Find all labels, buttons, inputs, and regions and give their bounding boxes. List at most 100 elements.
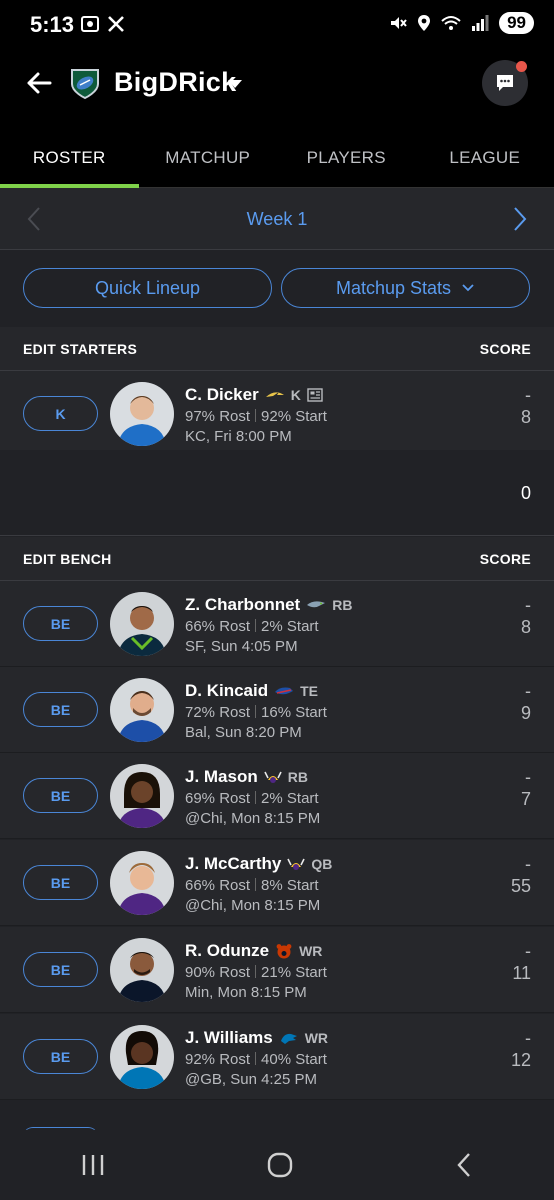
rostered-pct: 90% Rost	[185, 964, 251, 981]
lineup-slot-button[interactable]: BE	[23, 1039, 98, 1074]
tab-league[interactable]: LEAGUE	[416, 128, 554, 187]
divider	[255, 791, 257, 804]
player-row[interactable]: BE J. Mason RB 69% Rost 2% Start @Chi, Mo…	[0, 753, 554, 839]
score-column-header: SCORE	[479, 550, 531, 567]
bench-header: EDIT BENCH SCORE	[0, 537, 554, 581]
player-position: TE	[300, 683, 319, 699]
divider	[255, 409, 257, 422]
started-pct: 40% Start	[261, 1051, 327, 1068]
player-name[interactable]: J. Mason	[185, 767, 258, 787]
starters-header: EDIT STARTERS SCORE	[0, 327, 554, 371]
started-pct: 2% Start	[261, 790, 319, 807]
location-icon	[418, 15, 431, 31]
player-avatar-icon	[110, 678, 174, 742]
player-row[interactable]: BE R. Odunze WR 90% Rost 21% Start Min, M…	[0, 927, 554, 1013]
back-nav-icon[interactable]	[454, 1152, 474, 1178]
player-ownership: 90% Rost 21% Start	[185, 964, 327, 981]
status-time: 5:13	[30, 12, 75, 37]
player-name[interactable]: J. McCarthy	[185, 854, 281, 874]
started-pct: 16% Start	[261, 704, 327, 721]
rostered-pct: 69% Rost	[185, 790, 251, 807]
player-headshot[interactable]	[110, 592, 174, 656]
seahawks-logo-icon	[307, 601, 326, 608]
player-name[interactable]: Z. Charbonnet	[185, 595, 300, 615]
news-icon[interactable]	[307, 388, 323, 402]
rostered-pct: 92% Rost	[185, 1051, 251, 1068]
player-name-line: Z. Charbonnet RB	[185, 595, 352, 615]
team-name[interactable]: BigDRick	[114, 67, 236, 98]
player-avatar-icon	[110, 1025, 174, 1089]
projected-score: 11	[512, 963, 531, 983]
game-info: @Chi, Mon 8:15 PM	[185, 897, 321, 914]
player-ownership: 97% Rost 92% Start	[185, 408, 327, 425]
mute-icon	[391, 17, 407, 29]
player-avatar-icon	[110, 592, 174, 656]
team-dropdown-chevron-icon[interactable]	[228, 80, 242, 88]
tab-bar: ROSTER MATCHUP PLAYERS LEAGUE	[0, 128, 554, 188]
tab-roster[interactable]: ROSTER	[0, 128, 139, 188]
player-ownership: 69% Rost 2% Start	[185, 790, 319, 807]
chat-button[interactable]	[482, 60, 528, 106]
score-column-header: SCORE	[479, 340, 531, 357]
rostered-pct: 66% Rost	[185, 877, 251, 894]
player-row[interactable]: BE J. Williams WR 92% Rost 40% Start @GB,…	[0, 1014, 554, 1100]
player-row[interactable]: K C. Dicker K 97% Rost 92% Start KC, Fri …	[0, 371, 554, 457]
projected-score: 8	[520, 617, 531, 637]
player-ownership: 72% Rost 16% Start	[185, 704, 327, 721]
projected-score: 55	[510, 876, 531, 896]
player-score: -	[525, 854, 531, 874]
battery-indicator: 99	[499, 12, 534, 34]
week-selector: Week 1	[0, 188, 554, 250]
player-row[interactable]: BE Z. Charbonnet RB 66% Rost 2% Start SF,…	[0, 581, 554, 667]
player-position: WR	[304, 1030, 329, 1046]
lineup-slot-button[interactable]: BE	[23, 952, 98, 987]
player-headshot[interactable]	[110, 851, 174, 915]
matchup-stats-button[interactable]: Matchup Stats	[281, 268, 530, 308]
next-week-chevron-icon[interactable]	[512, 206, 528, 232]
recent-apps-icon[interactable]	[80, 1153, 106, 1177]
lions-logo-icon	[280, 1033, 297, 1044]
player-headshot[interactable]	[110, 764, 174, 828]
status-bar: 5:13 99	[0, 0, 554, 48]
quick-lineup-button[interactable]: Quick Lineup	[23, 268, 272, 308]
notification-dot	[516, 61, 527, 72]
game-info: KC, Fri 8:00 PM	[185, 428, 292, 445]
wifi-icon	[441, 16, 461, 30]
player-headshot[interactable]	[110, 938, 174, 1002]
player-headshot[interactable]	[110, 678, 174, 742]
player-row[interactable]: BE J. McCarthy QB 66% Rost 8% Start @Chi,…	[0, 840, 554, 926]
player-position: WR	[299, 943, 323, 959]
player-position: RB	[287, 769, 308, 785]
tab-players[interactable]: PLAYERS	[277, 128, 416, 187]
lineup-slot-button[interactable]: BE	[23, 865, 98, 900]
edit-bench-link[interactable]: EDIT BENCH	[23, 551, 112, 567]
bears-logo-icon	[276, 944, 292, 959]
divider	[255, 619, 257, 632]
player-name[interactable]: R. Odunze	[185, 941, 269, 961]
rostered-pct: 66% Rost	[185, 618, 251, 635]
player-name[interactable]: D. Kincaid	[185, 681, 268, 701]
projected-score: 9	[520, 703, 531, 723]
lineup-slot-button[interactable]: BE	[23, 606, 98, 641]
system-nav-bar	[0, 1130, 554, 1200]
back-arrow-icon[interactable]	[24, 68, 54, 98]
divider	[255, 1052, 257, 1065]
player-score: -	[525, 941, 531, 961]
edit-starters-link[interactable]: EDIT STARTERS	[23, 341, 137, 357]
player-ownership: 92% Rost 40% Start	[185, 1051, 327, 1068]
player-name[interactable]: C. Dicker	[185, 385, 259, 405]
player-name[interactable]: J. Williams	[185, 1028, 273, 1048]
home-icon[interactable]	[267, 1152, 293, 1178]
lineup-slot-button[interactable]: BE	[23, 692, 98, 727]
week-label[interactable]: Week 1	[0, 209, 554, 230]
player-name-line: D. Kincaid TE	[185, 681, 318, 701]
notification-icons	[80, 14, 126, 34]
player-headshot[interactable]	[110, 382, 174, 446]
player-score: -	[525, 681, 531, 701]
projected-score: 12	[510, 1050, 531, 1070]
player-row[interactable]: BE D. Kincaid TE 72% Rost 16% Start Bal, …	[0, 667, 554, 753]
tab-matchup[interactable]: MATCHUP	[139, 128, 278, 187]
player-headshot[interactable]	[110, 1025, 174, 1089]
lineup-slot-button[interactable]: BE	[23, 778, 98, 813]
lineup-slot-button[interactable]: K	[23, 396, 98, 431]
